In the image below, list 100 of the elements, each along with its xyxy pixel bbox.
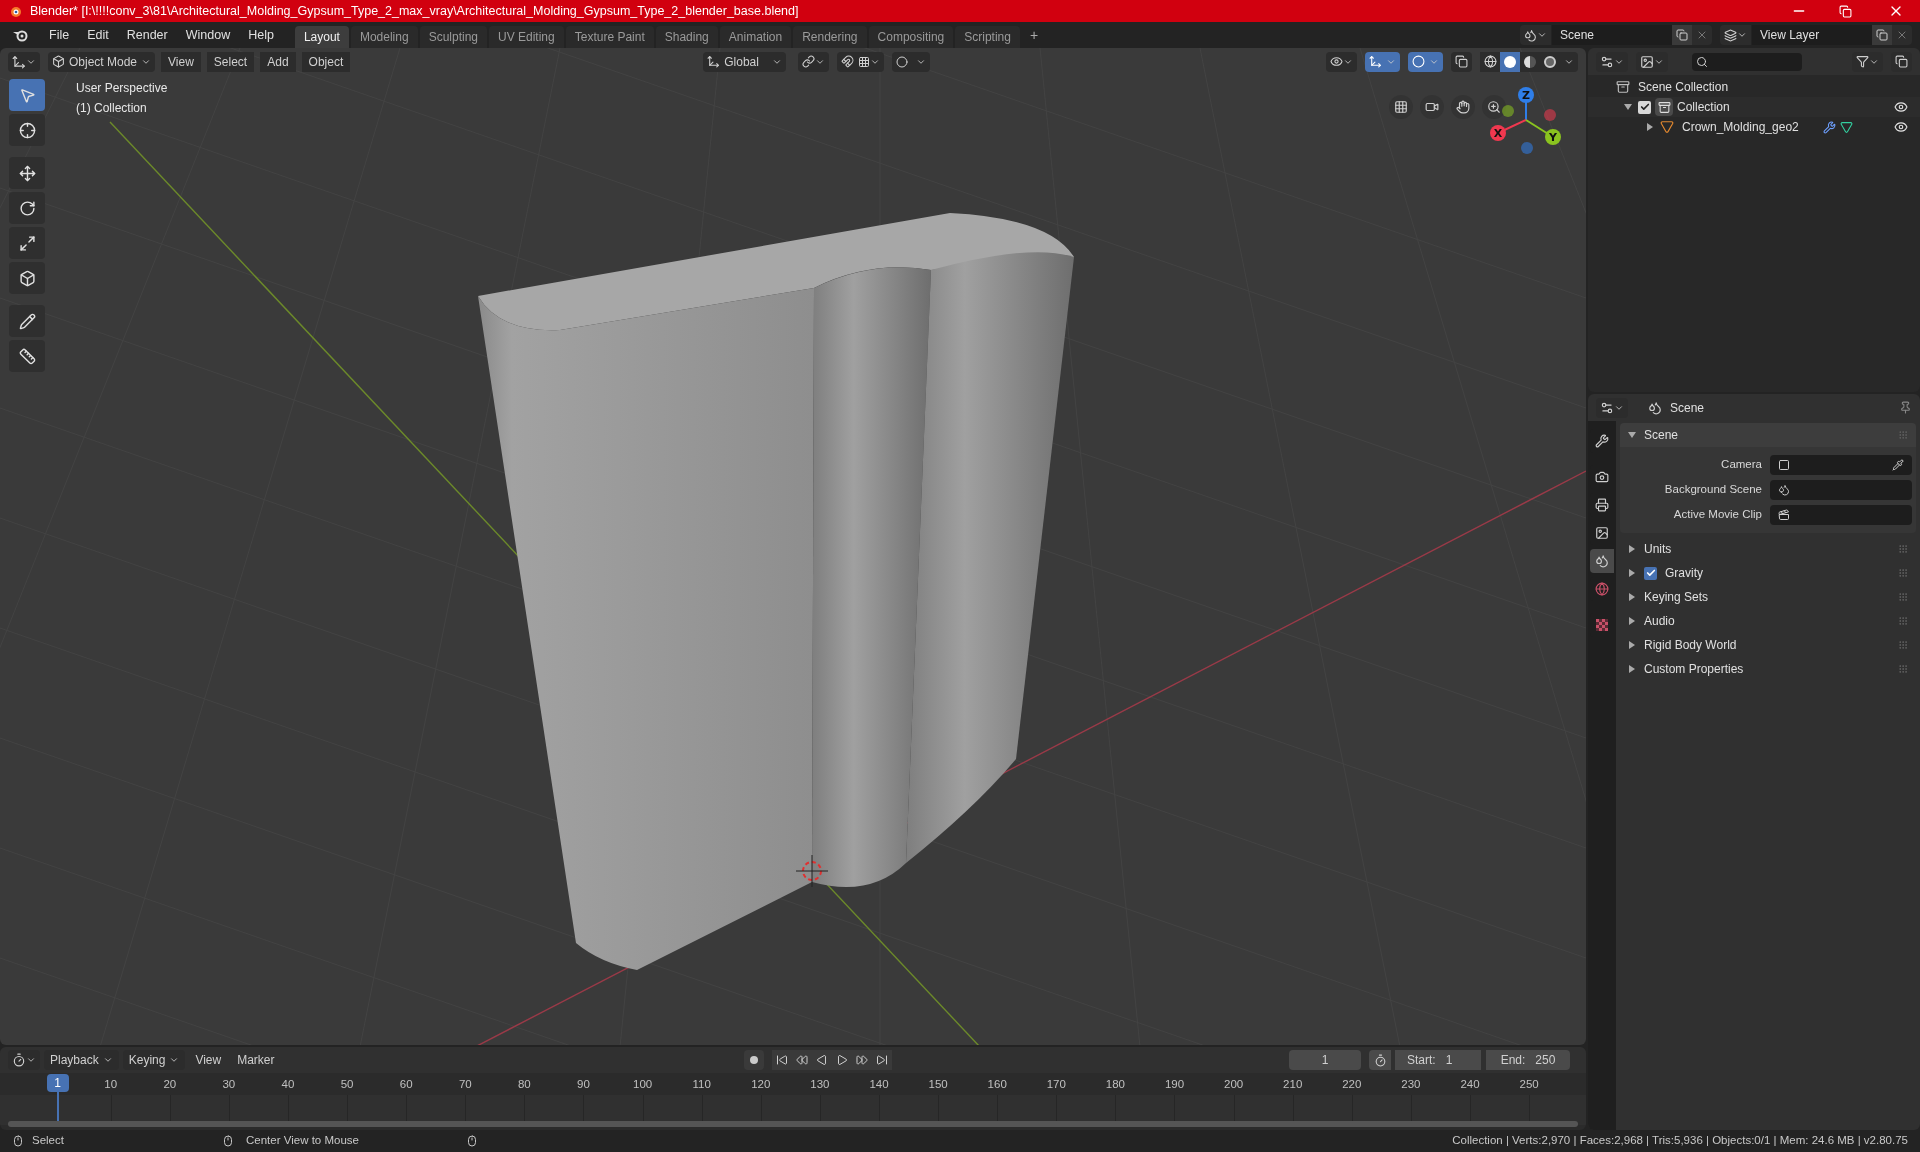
viewport-menu[interactable]: Select	[206, 51, 255, 72]
view-layer-type-button[interactable]	[1720, 25, 1751, 45]
disclosure-triangle-icon[interactable]	[1628, 431, 1636, 439]
move-tool-button[interactable]	[9, 157, 45, 189]
workspace-tab[interactable]: Shading	[655, 26, 718, 48]
workspace-tab[interactable]: Layout	[294, 26, 349, 48]
timeline-scrollbar[interactable]	[8, 1121, 1578, 1127]
menu-item[interactable]: File	[40, 25, 79, 45]
gizmo-toggle-button[interactable]	[1365, 51, 1400, 72]
grid-view-button[interactable]	[1389, 95, 1413, 119]
display-mode-button[interactable]	[1636, 51, 1668, 72]
workspace-tab[interactable]: Modeling	[350, 26, 418, 48]
annotate-tool-button[interactable]	[9, 305, 45, 337]
property-field[interactable]	[1770, 480, 1912, 500]
editor-type-button[interactable]	[8, 1050, 40, 1070]
visibility-toggle[interactable]	[1894, 100, 1908, 114]
workspace-tab[interactable]: Texture Paint	[565, 26, 654, 48]
delete-view-layer-button[interactable]	[1892, 25, 1912, 45]
outliner-item-label[interactable]: Collection	[1677, 98, 1730, 116]
workspace-tab[interactable]: Scripting	[955, 26, 1020, 48]
xray-toggle-button[interactable]	[1451, 51, 1472, 72]
new-scene-button[interactable]	[1672, 25, 1692, 45]
workspace-tab[interactable]: Compositing	[868, 26, 954, 48]
menu-item[interactable]: Edit	[78, 25, 118, 45]
editor-type-button[interactable]	[1596, 51, 1628, 72]
delete-scene-button[interactable]	[1692, 25, 1712, 45]
overlay-toggle-button[interactable]	[1408, 51, 1443, 72]
wireframe-shading-button[interactable]	[1480, 51, 1500, 72]
menu-item[interactable]: Help	[239, 25, 283, 45]
property-field[interactable]	[1770, 505, 1912, 525]
outliner-item-label[interactable]: Scene Collection	[1638, 78, 1729, 96]
disclosure-triangle-icon[interactable]	[1624, 103, 1632, 111]
view-layer-field[interactable]: View Layer	[1752, 25, 1872, 45]
rotate-tool-button[interactable]	[9, 192, 45, 224]
timeline-menu[interactable]: Playback	[44, 1050, 119, 1070]
orientation-dropdown[interactable]: Global	[703, 51, 787, 72]
disclosure-triangle-icon[interactable]	[1628, 665, 1636, 673]
gizmo-negative-axis-dot[interactable]	[1544, 109, 1556, 121]
solid-shading-button[interactable]	[1500, 51, 1520, 72]
panel-header[interactable]: Scene	[1620, 423, 1916, 447]
pin-icon[interactable]	[1899, 401, 1912, 414]
gizmo-axis-handle[interactable]: X	[1490, 125, 1506, 141]
viewport-menu[interactable]: Object	[301, 51, 351, 72]
editor-type-button[interactable]	[1596, 397, 1628, 418]
end-frame-field[interactable]: End: 250	[1486, 1050, 1570, 1070]
new-view-layer-button[interactable]	[1872, 25, 1892, 45]
timeline-menu[interactable]: View	[189, 1050, 228, 1070]
current-frame-field[interactable]: 1	[1289, 1050, 1361, 1070]
pan-view-button[interactable]	[1451, 95, 1475, 119]
disclosure-triangle-icon[interactable]	[1646, 123, 1654, 131]
start-frame-field[interactable]: Start: 1	[1395, 1050, 1481, 1070]
disclosure-triangle-icon[interactable]	[1628, 641, 1636, 649]
scene-tab[interactable]	[1590, 549, 1614, 573]
scale-tool-button[interactable]	[9, 227, 45, 259]
pivot-dropdown[interactable]	[798, 51, 830, 72]
jump-start-button[interactable]	[771, 1050, 792, 1070]
playhead-frame[interactable]: 1	[46, 1074, 69, 1092]
camera-view-button[interactable]	[1420, 95, 1444, 119]
workspace-tab[interactable]: Rendering	[793, 26, 867, 48]
search-field[interactable]	[1692, 52, 1802, 71]
visibility-dropdown[interactable]	[1326, 51, 1357, 72]
timeline-menu[interactable]: Keying	[122, 1050, 186, 1070]
visibility-toggle[interactable]	[1894, 120, 1908, 134]
cursor-tool-button[interactable]	[9, 114, 45, 146]
mode-dropdown[interactable]: Object Mode	[48, 51, 156, 72]
menu-item[interactable]: Render	[117, 25, 177, 45]
select-tool-button[interactable]	[9, 79, 45, 111]
measure-tool-button[interactable]	[9, 340, 45, 372]
workspace-tab[interactable]: Animation	[719, 26, 792, 48]
snap-button[interactable]	[837, 51, 885, 72]
jump-end-button[interactable]	[871, 1050, 892, 1070]
stopwatch-button[interactable]	[1369, 1050, 1391, 1070]
record-button[interactable]	[743, 1050, 764, 1070]
viewport-menu[interactable]: View	[161, 51, 201, 72]
workspace-tab[interactable]: Sculpting	[419, 26, 487, 48]
panel-header[interactable]: Audio	[1620, 609, 1916, 633]
gizmo-axis-handle[interactable]: Z	[1518, 87, 1534, 103]
menu-item[interactable]: Window	[176, 25, 240, 45]
gizmo-negative-axis-dot[interactable]	[1521, 142, 1533, 154]
editor-type-button[interactable]	[8, 51, 40, 72]
transform-tool-button[interactable]	[9, 262, 45, 294]
outliner-item-label[interactable]: Crown_Molding_geo2	[1682, 118, 1799, 136]
wrench-icon[interactable]	[1822, 120, 1836, 134]
triangle-icon[interactable]	[1839, 120, 1853, 134]
viewport-menu[interactable]: Add	[260, 51, 296, 72]
panel-checkbox[interactable]	[1644, 566, 1657, 580]
scene-type-button[interactable]	[1520, 25, 1551, 45]
workspace-tab[interactable]: UV Editing	[489, 26, 564, 48]
panel-header[interactable]: Gravity	[1620, 561, 1916, 585]
add-workspace-button[interactable]: +	[1021, 24, 1047, 46]
panel-header[interactable]: Custom Properties	[1620, 657, 1916, 681]
disclosure-triangle-icon[interactable]	[1628, 545, 1636, 553]
proportional-edit-button[interactable]	[892, 51, 931, 72]
scene-field[interactable]: Scene	[1552, 25, 1672, 45]
restore-icon[interactable]	[1839, 4, 1852, 18]
disclosure-triangle-icon[interactable]	[1628, 617, 1636, 625]
new-collection-button[interactable]	[1891, 51, 1912, 72]
include-checkbox[interactable]	[1638, 100, 1651, 114]
filter-button[interactable]	[1852, 51, 1883, 72]
material-shading-button[interactable]	[1520, 51, 1540, 72]
